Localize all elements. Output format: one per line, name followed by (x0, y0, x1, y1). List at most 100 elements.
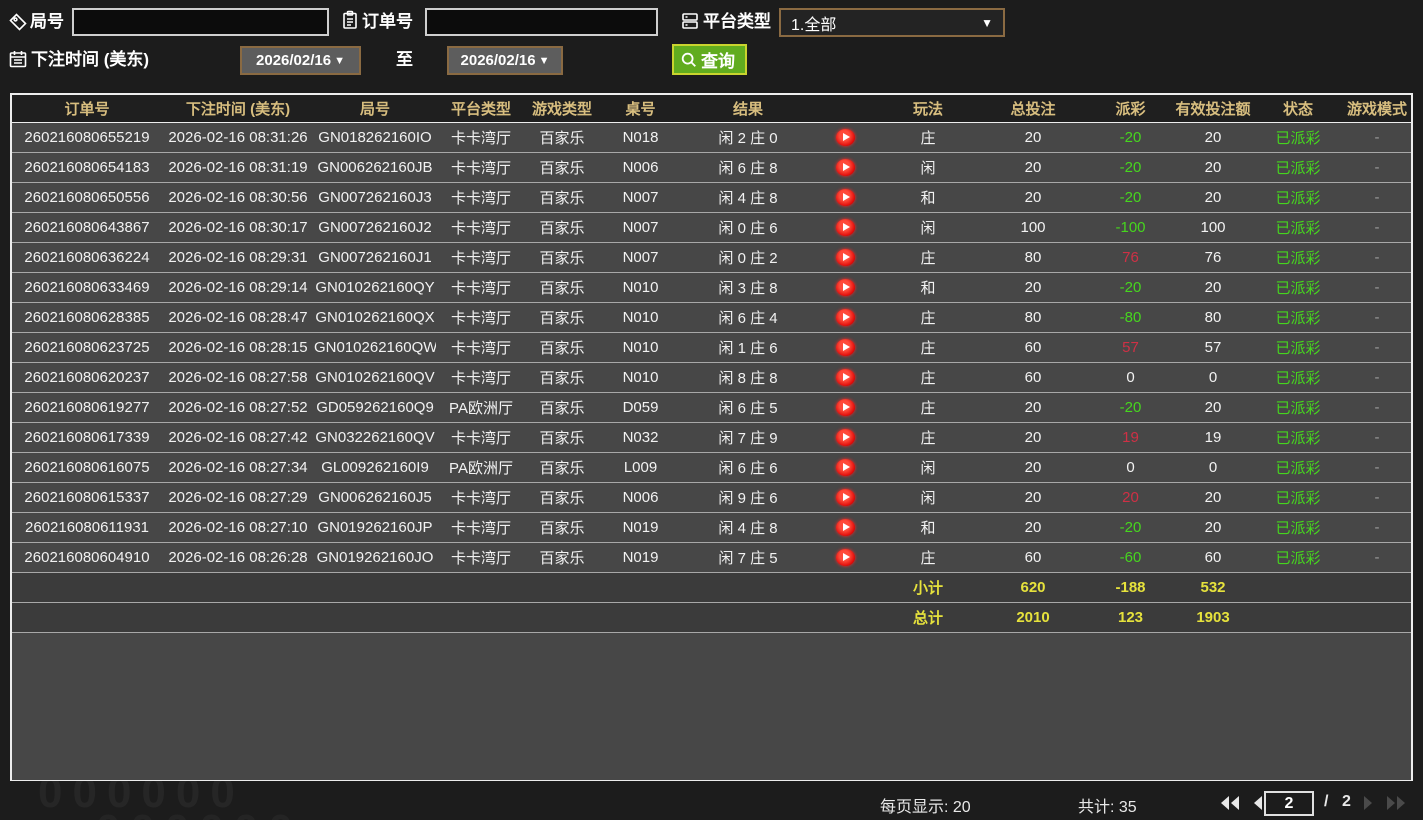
replay-icon[interactable] (836, 219, 855, 236)
cell-valid: 20 (1173, 272, 1253, 302)
round-input[interactable] (72, 8, 329, 36)
cell-bet: 20 (978, 452, 1088, 482)
replay-icon[interactable] (836, 459, 855, 476)
cell-valid: 20 (1173, 512, 1253, 542)
cell-game: 百家乐 (526, 152, 598, 182)
replay-cell (813, 482, 878, 512)
cell-round: GN006262160JB (314, 152, 436, 182)
cell-mode: - (1343, 542, 1411, 572)
replay-icon[interactable] (836, 159, 855, 176)
search-icon (680, 51, 698, 69)
cell-platform: PA欧洲厅 (436, 392, 526, 422)
cell-table: N018 (598, 122, 683, 152)
replay-icon[interactable] (836, 549, 855, 566)
cell-platform: 卡卡湾厅 (436, 122, 526, 152)
records-table: 订单号 下注时间 (美东) 局号 平台类型 游戏类型 桌号 结果 玩法 总投注 … (10, 93, 1413, 781)
play-triangle (843, 193, 850, 201)
cell-platform: 卡卡湾厅 (436, 182, 526, 212)
cell-table: N010 (598, 362, 683, 392)
replay-cell (813, 452, 878, 482)
cell-platform: 卡卡湾厅 (436, 332, 526, 362)
cell-platform: 卡卡湾厅 (436, 482, 526, 512)
cell-game: 百家乐 (526, 422, 598, 452)
cell-game: 百家乐 (526, 512, 598, 542)
platform-select[interactable]: 1.全部 ▼ (779, 8, 1005, 37)
round-label: 局号 (30, 8, 64, 36)
col-valid-bet: 有效投注额 (1173, 95, 1253, 122)
cell-bet: 20 (978, 122, 1088, 152)
next-page-button-disabled[interactable] (1357, 793, 1379, 813)
col-payout: 派彩 (1088, 95, 1173, 122)
cell-valid: 80 (1173, 302, 1253, 332)
cell-time: 2026-02-16 08:28:47 (162, 302, 314, 332)
replay-icon[interactable] (836, 429, 855, 446)
date-from-picker[interactable]: 2026/02/16 ▼ (240, 46, 361, 75)
replay-cell (813, 272, 878, 302)
cell-payout: -80 (1088, 302, 1173, 332)
cell-payout: -20 (1088, 512, 1173, 542)
grand-total-total-bet: 2010 (978, 602, 1088, 632)
first-page-button[interactable] (1219, 793, 1241, 813)
cell-order: 260216080611931 (12, 512, 162, 542)
table-row: 2602160806153372026-02-16 08:27:29GN0062… (12, 482, 1411, 512)
replay-icon[interactable] (836, 189, 855, 206)
cell-order: 260216080633469 (12, 272, 162, 302)
date-to-picker[interactable]: 2026/02/16 ▼ (447, 46, 563, 75)
replay-icon[interactable] (836, 369, 855, 386)
replay-icon[interactable] (836, 279, 855, 296)
cell-time: 2026-02-16 08:27:29 (162, 482, 314, 512)
cell-table: N007 (598, 242, 683, 272)
subtotal-payout: -188 (1088, 572, 1173, 602)
play-triangle (843, 403, 850, 411)
cell-time: 2026-02-16 08:27:34 (162, 452, 314, 482)
order-label: 订单号 (362, 8, 413, 36)
total-count-label: 共计: 35 (1078, 793, 1137, 817)
replay-icon[interactable] (836, 309, 855, 326)
cell-payout: -60 (1088, 542, 1173, 572)
chevron-down-icon: ▼ (539, 55, 550, 67)
cell-round: GN018262160IO (314, 122, 436, 152)
cell-round: GN019262160JP (314, 512, 436, 542)
cell-payout: 19 (1088, 422, 1173, 452)
cell-time: 2026-02-16 08:28:15 (162, 332, 314, 362)
replay-icon[interactable] (836, 489, 855, 506)
cell-game: 百家乐 (526, 122, 598, 152)
cell-game: 百家乐 (526, 452, 598, 482)
subtotal-row: 小计 620 -188 532 (12, 572, 1411, 602)
cell-round: GN010262160QX (314, 302, 436, 332)
chevron-down-icon: ▼ (981, 16, 993, 30)
cell-table: D059 (598, 392, 683, 422)
cell-bet: 60 (978, 362, 1088, 392)
cell-game: 百家乐 (526, 272, 598, 302)
search-button[interactable]: 查询 (672, 44, 747, 75)
replay-icon[interactable] (836, 339, 855, 356)
cell-time: 2026-02-16 08:27:10 (162, 512, 314, 542)
order-input[interactable] (425, 8, 658, 36)
replay-icon[interactable] (836, 399, 855, 416)
cell-payout: -20 (1088, 272, 1173, 302)
replay-icon[interactable] (836, 519, 855, 536)
cell-round: GN007262160J1 (314, 242, 436, 272)
cell-status: 已派彩 (1253, 542, 1343, 572)
cell-bet: 80 (978, 302, 1088, 332)
cell-play_type: 和 (878, 512, 978, 542)
cell-table: N032 (598, 422, 683, 452)
cell-status: 已派彩 (1253, 152, 1343, 182)
last-page-button-disabled[interactable] (1385, 793, 1407, 813)
cell-valid: 0 (1173, 452, 1253, 482)
cell-status: 已派彩 (1253, 332, 1343, 362)
cell-result: 闲 7 庄 9 (683, 422, 813, 452)
cell-time: 2026-02-16 08:30:17 (162, 212, 314, 242)
cell-platform: 卡卡湾厅 (436, 212, 526, 242)
replay-icon[interactable] (836, 129, 855, 146)
table-row: 2602160806049102026-02-16 08:26:28GN0192… (12, 542, 1411, 572)
cell-game: 百家乐 (526, 182, 598, 212)
cell-result: 闲 6 庄 4 (683, 302, 813, 332)
cell-bet: 100 (978, 212, 1088, 242)
page-number-input[interactable] (1264, 791, 1314, 816)
replay-cell (813, 362, 878, 392)
col-replay (813, 95, 878, 122)
cell-round: GN010262160QW (314, 332, 436, 362)
replay-icon[interactable] (836, 249, 855, 266)
cell-mode: - (1343, 422, 1411, 452)
